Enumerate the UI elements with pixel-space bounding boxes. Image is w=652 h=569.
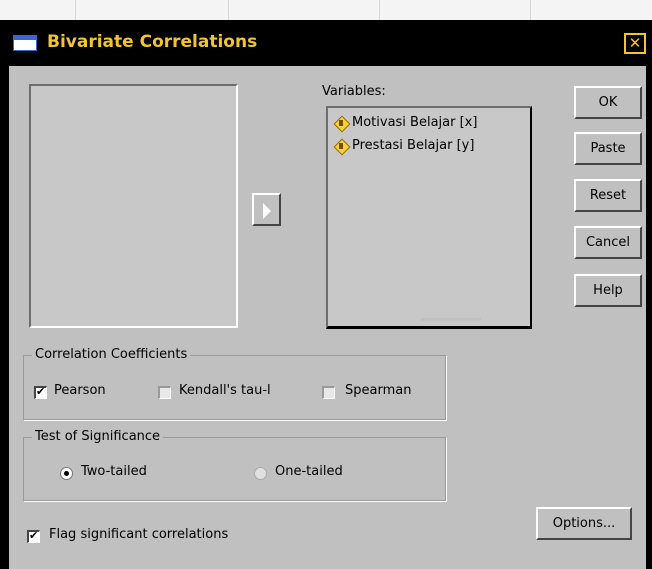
dialog-body: Variables: Motivasi Belajar [x] Prestasi… <box>9 66 646 569</box>
window-title: Bivariate Correlations <box>47 32 258 52</box>
variables-label: Variables: <box>322 84 386 99</box>
cancel-button[interactable]: Cancel <box>574 226 642 259</box>
spearman-checkbox[interactable] <box>322 386 335 399</box>
help-button[interactable]: Help <box>574 274 642 307</box>
two-tailed-radio[interactable] <box>60 467 73 480</box>
list-scrollbar-thumb[interactable] <box>421 318 481 321</box>
flag-significant-label: Flag significant correlations <box>49 527 229 542</box>
ok-button[interactable]: OK <box>574 86 642 119</box>
scale-variable-icon <box>333 115 351 132</box>
one-tailed-label: One-tailed <box>275 464 343 479</box>
arrow-right-icon <box>263 203 271 219</box>
two-tailed-label: Two-tailed <box>81 464 147 479</box>
window-icon <box>13 35 37 51</box>
close-button[interactable]: ✕ <box>624 33 646 54</box>
correlation-coefficients-group: Correlation Coefficients Pearson Kendall… <box>23 347 446 420</box>
group-legend: Correlation Coefficients <box>32 347 191 362</box>
scale-variable-icon <box>333 138 351 155</box>
background-window-strip <box>0 0 652 20</box>
spearman-label: Spearman <box>345 383 412 398</box>
bivariate-correlations-dialog: Bivariate Correlations ✕ Variables: Moti… <box>0 20 652 569</box>
background-divider <box>75 0 76 20</box>
background-divider <box>530 0 531 20</box>
variable-label: Motivasi Belajar [x] <box>352 115 478 130</box>
paste-button[interactable]: Paste <box>574 132 642 165</box>
pearson-checkbox[interactable] <box>34 385 47 399</box>
background-divider <box>379 0 380 20</box>
variable-item[interactable]: Prestasi Belajar [y] <box>333 138 475 155</box>
options-button[interactable]: Options... <box>536 507 632 540</box>
flag-significant-checkbox[interactable] <box>27 529 40 543</box>
source-variable-list[interactable] <box>29 84 238 328</box>
kendall-label: Kendall's tau-l <box>179 383 271 398</box>
test-of-significance-group: Test of Significance Two-tailed One-tail… <box>23 429 446 501</box>
variable-item[interactable]: Motivasi Belajar [x] <box>333 115 478 132</box>
variables-list[interactable]: Motivasi Belajar [x] Prestasi Belajar [y… <box>326 106 532 329</box>
kendall-checkbox[interactable] <box>158 386 171 399</box>
reset-button[interactable]: Reset <box>574 179 642 212</box>
background-divider <box>228 0 229 20</box>
pearson-label: Pearson <box>54 383 106 398</box>
one-tailed-radio[interactable] <box>254 467 267 480</box>
move-variable-button[interactable] <box>252 193 281 226</box>
group-legend: Test of Significance <box>32 429 164 444</box>
title-bar[interactable]: Bivariate Correlations ✕ <box>3 23 649 63</box>
variable-label: Prestasi Belajar [y] <box>352 138 475 153</box>
